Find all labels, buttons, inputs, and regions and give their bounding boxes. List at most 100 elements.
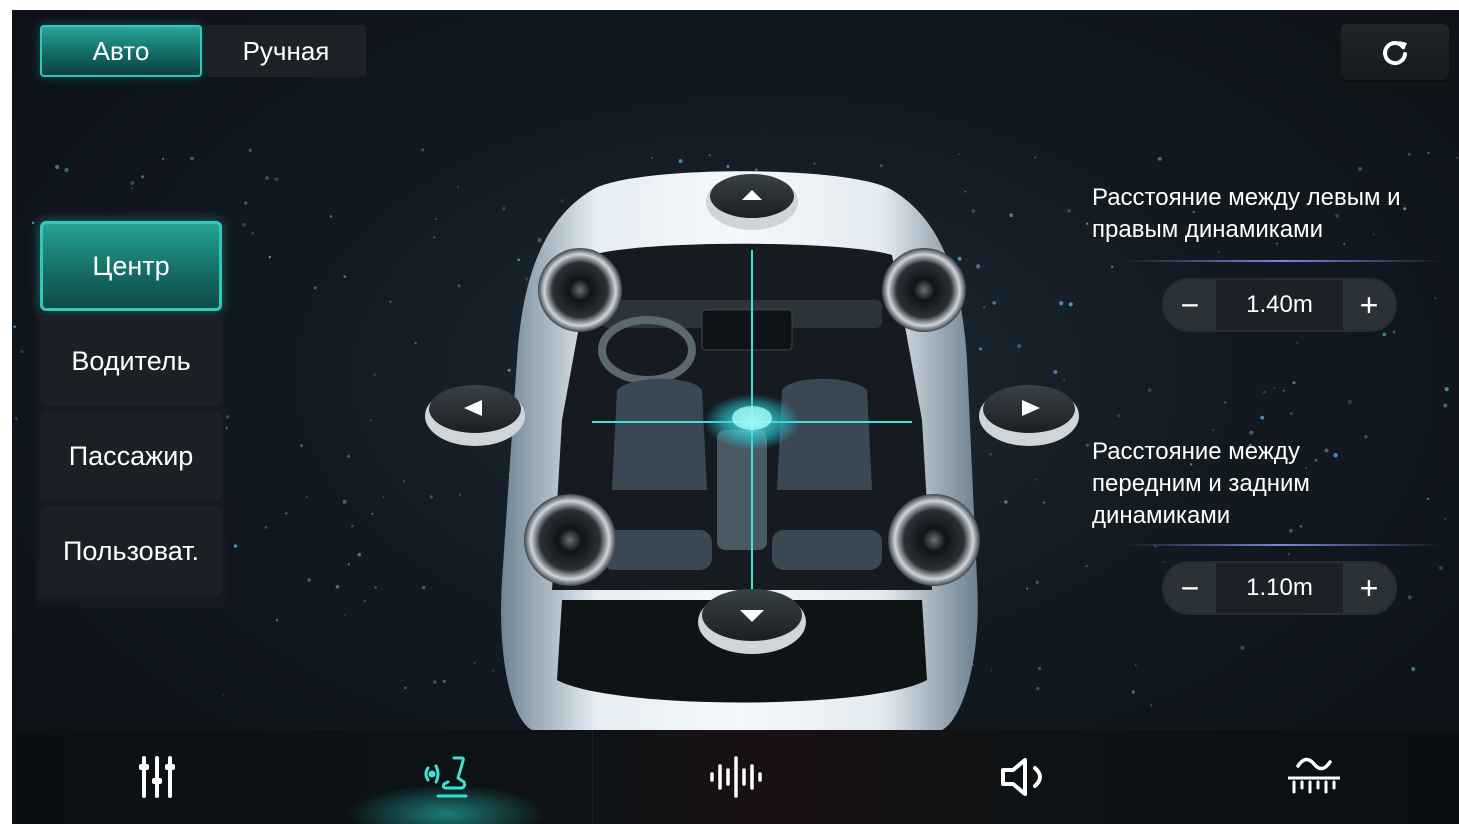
star-dot: [313, 286, 317, 290]
star-dot: [1434, 297, 1437, 300]
star-dot: [130, 180, 135, 185]
star-dot: [64, 167, 69, 173]
star-dot: [1223, 401, 1227, 404]
star-dot: [1426, 497, 1429, 500]
tab-volume[interactable]: [880, 730, 1169, 824]
star-dot: [1260, 415, 1265, 420]
star-dot: [1296, 341, 1299, 344]
star-dot: [1438, 565, 1444, 571]
star-dot: [1162, 561, 1165, 563]
tab-equalizer[interactable]: [12, 730, 301, 824]
star-dot: [1444, 387, 1449, 392]
star-dot: [1443, 403, 1448, 408]
preset-passenger-button[interactable]: Пассажир: [40, 411, 222, 501]
screen: Авто Ручная Центр Водитель Пассажир Поль…: [12, 10, 1459, 824]
star-dot: [307, 578, 311, 582]
move-left-button[interactable]: [425, 385, 525, 446]
star-dot: [225, 415, 230, 419]
speaker-front-right: [882, 248, 966, 332]
star-dot: [373, 373, 377, 377]
star-dot: [221, 693, 224, 696]
star-dot: [1392, 330, 1396, 334]
star-dot: [1290, 412, 1293, 415]
front-rear-distance-label: Расстояние между передним и задним динам…: [1092, 438, 1310, 529]
speaker-rear-left: [524, 494, 616, 586]
reset-button[interactable]: [1341, 24, 1449, 80]
move-right-button[interactable]: [979, 385, 1079, 446]
center-screen: [701, 309, 793, 351]
mode-toggle: Авто Ручная: [40, 25, 366, 77]
star-dot: [1347, 400, 1352, 404]
divider-line: [1122, 544, 1442, 546]
star-dot: [363, 600, 366, 602]
star-dot: [1444, 518, 1447, 520]
star-dot: [1358, 166, 1363, 171]
star-dot: [1034, 156, 1037, 159]
star-dot: [1288, 553, 1290, 556]
tab-sound-effects[interactable]: [591, 730, 880, 824]
star-dot: [1263, 390, 1266, 394]
star-dot: [244, 201, 248, 205]
star-dot: [374, 586, 377, 589]
star-dot: [421, 148, 425, 152]
star-dot: [343, 614, 346, 617]
star-dot: [1150, 704, 1153, 707]
tab-sound-field[interactable]: [301, 730, 590, 824]
star-dot: [275, 619, 279, 622]
star-dot: [1110, 265, 1114, 269]
star-dot: [141, 175, 144, 179]
star-dot: [389, 300, 392, 304]
star-dot: [1117, 414, 1121, 418]
star-dot: [1282, 389, 1285, 392]
equalizer-sliders-icon: [138, 756, 175, 798]
star-dot: [305, 496, 308, 499]
tab-bass-filter[interactable]: [1170, 730, 1459, 824]
move-down-button[interactable]: [698, 589, 806, 654]
star-dot: [1085, 564, 1088, 568]
star-dot: [300, 444, 303, 447]
star-dot: [1240, 645, 1245, 650]
star-dot: [1085, 443, 1089, 447]
star-dot: [233, 544, 238, 548]
sound-wave-icon: [709, 756, 762, 798]
rear-seat-right: [772, 530, 882, 570]
star-dot: [1147, 388, 1152, 392]
left-right-decrease-button[interactable]: −: [1164, 280, 1216, 330]
star-dot: [1217, 250, 1220, 253]
refresh-icon: [1383, 41, 1407, 66]
star-dot: [371, 512, 374, 516]
star-dot: [382, 495, 385, 498]
star-dot: [1411, 667, 1416, 671]
star-dot: [1292, 381, 1296, 385]
star-dot: [342, 499, 347, 504]
star-dot: [130, 187, 133, 190]
tab-divider: [592, 730, 593, 824]
star-dot: [1273, 387, 1276, 389]
front-rear-increase-button[interactable]: +: [1343, 563, 1395, 613]
left-right-distance-stepper: − 1.40m +: [1162, 278, 1397, 332]
preset-custom-button[interactable]: Пользоват.: [40, 506, 222, 596]
star-dot: [1157, 157, 1162, 161]
mode-auto-button[interactable]: Авто: [40, 25, 202, 77]
left-right-distance-value: 1.40m: [1246, 291, 1313, 318]
front-rear-decrease-button[interactable]: −: [1164, 563, 1216, 613]
star-dot: [55, 164, 60, 170]
star-dot: [264, 175, 270, 181]
star-dot: [335, 585, 340, 589]
star-dot: [651, 157, 653, 159]
move-up-button[interactable]: [706, 174, 798, 230]
star-dot: [708, 154, 711, 157]
left-right-increase-button[interactable]: +: [1343, 280, 1395, 330]
star-dot: [251, 232, 254, 235]
sound-focus-core: [732, 406, 772, 430]
star-dot: [958, 153, 960, 156]
preset-driver-button[interactable]: Водитель: [40, 316, 222, 406]
star-dot: [1407, 152, 1411, 156]
star-dot: [1131, 690, 1136, 694]
star-dot: [20, 349, 24, 354]
star-dot: [1212, 429, 1215, 432]
star-dot: [268, 255, 271, 259]
rear-seat-left: [602, 530, 712, 570]
mode-manual-button[interactable]: Ручная: [206, 25, 366, 77]
preset-center-button[interactable]: Центр: [40, 221, 222, 311]
